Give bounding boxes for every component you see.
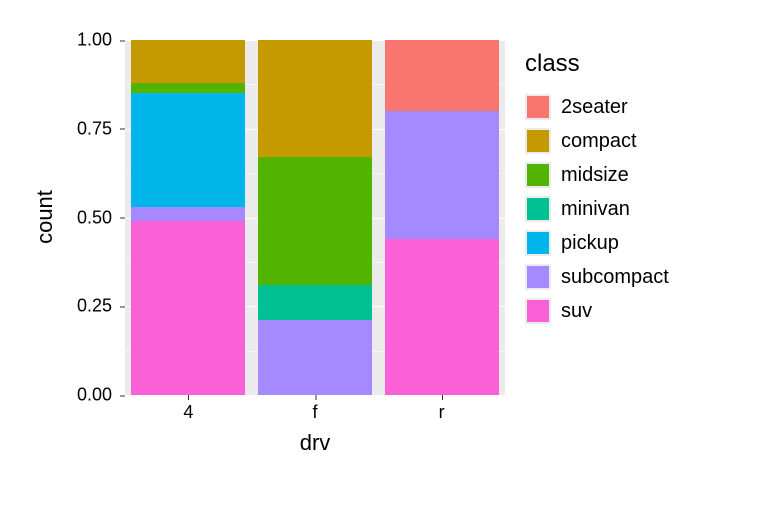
y-tick: 0.75 bbox=[40, 118, 120, 139]
legend-swatch bbox=[525, 196, 551, 222]
legend-label: midsize bbox=[561, 164, 629, 187]
legend-item: midsize bbox=[525, 158, 725, 192]
x-tick: r bbox=[439, 402, 445, 423]
legend-item: minivan bbox=[525, 192, 725, 226]
legend-label: suv bbox=[561, 300, 592, 323]
legend-title: class bbox=[525, 50, 725, 78]
legend-swatch bbox=[525, 298, 551, 324]
x-tick: f bbox=[312, 402, 317, 423]
bar-4 bbox=[131, 40, 245, 395]
legend-label: minivan bbox=[561, 198, 630, 221]
bar-f bbox=[258, 40, 372, 395]
bar-segment bbox=[131, 221, 245, 395]
legend-item: compact bbox=[525, 124, 725, 158]
bar-segment bbox=[258, 320, 372, 395]
bar-segment bbox=[258, 285, 372, 321]
bar-segment bbox=[131, 83, 245, 94]
legend-label: compact bbox=[561, 130, 637, 153]
legend-item: 2seater bbox=[525, 90, 725, 124]
legend: class 2seater compact midsize minivan pickup… bbox=[525, 50, 725, 328]
x-tick: 4 bbox=[183, 402, 193, 423]
chart: 0.000.250.500.751.00 4fr count drv class… bbox=[40, 30, 740, 490]
y-axis-label: count bbox=[32, 190, 58, 244]
legend-swatch bbox=[525, 264, 551, 290]
bar-segment bbox=[385, 40, 499, 111]
legend-swatch bbox=[525, 94, 551, 120]
y-tick: 1.00 bbox=[40, 30, 120, 51]
bar-segment bbox=[385, 111, 499, 239]
legend-label: pickup bbox=[561, 232, 619, 255]
bar-segment bbox=[385, 239, 499, 395]
legend-label: subcompact bbox=[561, 266, 669, 289]
bar-r bbox=[385, 40, 499, 395]
bar-segment bbox=[131, 207, 245, 221]
legend-swatch bbox=[525, 128, 551, 154]
bar-segment bbox=[131, 40, 245, 83]
legend-item: suv bbox=[525, 294, 725, 328]
y-tick: 0.25 bbox=[40, 296, 120, 317]
bar-segment bbox=[258, 157, 372, 285]
x-axis-label: drv bbox=[300, 430, 331, 456]
legend-swatch bbox=[525, 230, 551, 256]
legend-swatch bbox=[525, 162, 551, 188]
legend-item: subcompact bbox=[525, 260, 725, 294]
legend-item: pickup bbox=[525, 226, 725, 260]
y-tick: 0.00 bbox=[40, 385, 120, 406]
bar-segment bbox=[131, 93, 245, 207]
plot-panel bbox=[125, 40, 505, 395]
bar-segment bbox=[258, 40, 372, 157]
legend-label: 2seater bbox=[561, 96, 628, 119]
